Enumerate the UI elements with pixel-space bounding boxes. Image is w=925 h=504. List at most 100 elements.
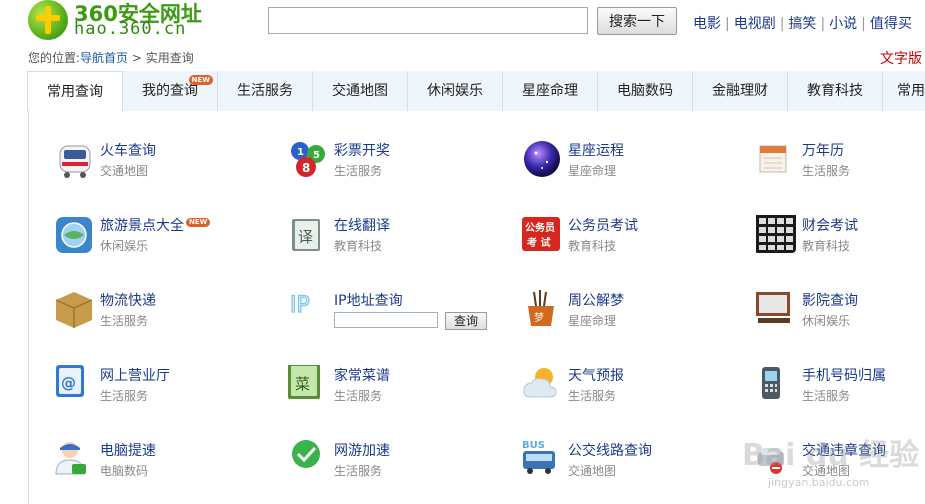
recipe-icon-glyph: 菜: [295, 375, 310, 393]
top-link-tv[interactable]: 电视剧: [734, 16, 776, 32]
search-input[interactable]: [268, 7, 588, 34]
tab-common-query[interactable]: 常用查询: [27, 71, 123, 112]
item-name[interactable]: 电脑提速: [100, 440, 156, 460]
item-game-accelerate[interactable]: 网游加速 生活服务: [288, 440, 508, 490]
item-name[interactable]: 天气预报: [568, 365, 624, 385]
tab-education[interactable]: 教育科技: [788, 71, 883, 111]
tab-my-query[interactable]: 我的查询 NEW: [123, 71, 218, 111]
search-button[interactable]: 搜索一下: [597, 7, 677, 35]
item-category[interactable]: 休闲娱乐: [100, 237, 148, 254]
item-train-query[interactable]: 火车查询 交通地图: [54, 140, 274, 190]
tab-label: 电脑数码: [617, 83, 673, 99]
item-category[interactable]: 星座命理: [568, 162, 616, 179]
item-category[interactable]: 教育科技: [802, 237, 850, 254]
item-category[interactable]: 生活服务: [334, 162, 382, 179]
item-name[interactable]: 火车查询: [100, 140, 156, 160]
item-name[interactable]: 周公解梦: [568, 290, 624, 310]
tab-label: 常用: [897, 83, 925, 99]
item-category[interactable]: 生活服务: [334, 462, 382, 479]
dream-icon-glyph: 梦: [534, 312, 544, 324]
item-name[interactable]: 彩票开奖: [334, 140, 390, 160]
item-category[interactable]: 休闲娱乐: [802, 312, 850, 329]
train-icon: [59, 145, 91, 178]
tab-digital[interactable]: 电脑数码: [598, 71, 693, 111]
civil-exam-icon-text-top: 公务员: [525, 221, 555, 234]
item-weather[interactable]: 天气预报 生活服务: [522, 365, 742, 415]
item-online-business-hall[interactable]: @ 网上营业厅 生活服务: [54, 365, 274, 415]
item-name[interactable]: 旅游景点大全 NEW: [100, 215, 211, 235]
item-category[interactable]: 电脑数码: [100, 462, 148, 479]
item-dream-interpretation[interactable]: 梦 周公解梦 星座命理: [522, 290, 742, 340]
item-category[interactable]: 生活服务: [100, 312, 148, 329]
top-link-novel[interactable]: 小说: [829, 16, 857, 32]
tab-finance[interactable]: 金融理财: [693, 71, 788, 111]
item-name[interactable]: 物流快递: [100, 290, 156, 310]
ip-address-input[interactable]: [334, 312, 438, 328]
item-home-recipes[interactable]: 菜 家常菜谱 生活服务: [288, 365, 508, 415]
new-badge: NEW: [188, 75, 213, 85]
item-category[interactable]: 生活服务: [100, 387, 148, 404]
item-name[interactable]: 网游加速: [334, 440, 390, 460]
tab-common-more[interactable]: 常用: [883, 71, 925, 111]
item-accounting-exam[interactable]: 财会考试 教育科技: [756, 215, 925, 265]
top-link-movie[interactable]: 电影: [693, 16, 721, 32]
item-name[interactable]: 手机号码归属: [802, 365, 886, 385]
breadcrumb-prefix: 您的位置:: [28, 51, 81, 65]
item-logistics[interactable]: 物流快递 生活服务: [54, 290, 274, 340]
item-lottery[interactable]: 1 5 8 彩票开奖 生活服务: [288, 140, 508, 190]
top-link-deals[interactable]: 值得买: [870, 16, 912, 32]
text-version-link[interactable]: 文字版: [880, 48, 922, 68]
site-logo[interactable]: 360安全网址 hao.360.cn: [28, 0, 228, 42]
item-cinema-query[interactable]: 影院查询 休闲娱乐: [756, 290, 925, 340]
item-category[interactable]: 交通地图: [100, 162, 148, 179]
logo-domain: hao.360.cn: [74, 19, 187, 39]
tab-leisure[interactable]: 休闲娱乐: [408, 71, 503, 111]
item-pc-speedup[interactable]: 电脑提速 电脑数码: [54, 440, 274, 490]
address-book-icon: @: [56, 365, 84, 397]
mobile-phone-icon: [762, 367, 780, 399]
item-travel-spots[interactable]: 旅游景点大全 NEW 休闲娱乐: [54, 215, 274, 265]
logo-cross-icon: [28, 0, 68, 40]
game-speedup-icon: [292, 440, 320, 468]
item-category[interactable]: 生活服务: [334, 387, 382, 404]
item-category[interactable]: 交通地图: [802, 462, 850, 479]
item-name[interactable]: IP地址查询: [334, 290, 403, 310]
breadcrumb-home-link[interactable]: 导航首页: [80, 51, 128, 65]
item-ip-query[interactable]: IP IP地址查询 查询: [288, 290, 508, 340]
item-category[interactable]: 星座命理: [568, 312, 616, 329]
item-online-translate[interactable]: 译 在线翻译 教育科技: [288, 215, 508, 265]
item-bus-route[interactable]: BUS 公交线路查询 交通地图: [522, 440, 742, 490]
item-name[interactable]: 网上营业厅: [100, 365, 170, 385]
tab-life-services[interactable]: 生活服务: [218, 71, 313, 111]
item-name-text[interactable]: 旅游景点大全: [100, 218, 184, 234]
item-name[interactable]: 公交线路查询: [568, 440, 652, 460]
item-name[interactable]: 影院查询: [802, 290, 858, 310]
calculator-icon: [756, 215, 796, 253]
item-phone-location[interactable]: 手机号码归属 生活服务: [756, 365, 925, 415]
item-name[interactable]: 在线翻译: [334, 215, 390, 235]
item-category[interactable]: 生活服务: [568, 387, 616, 404]
tab-astrology[interactable]: 星座命理: [503, 71, 598, 111]
item-name[interactable]: 财会考试: [802, 215, 858, 235]
tab-label: 教育科技: [807, 83, 863, 99]
item-name[interactable]: 家常菜谱: [334, 365, 390, 385]
item-name[interactable]: 星座运程: [568, 140, 624, 160]
item-category[interactable]: 生活服务: [802, 162, 850, 179]
item-category[interactable]: 教育科技: [568, 237, 616, 254]
item-horoscope[interactable]: 星座运程 星座命理: [522, 140, 742, 190]
item-name[interactable]: 公务员考试: [568, 215, 638, 235]
tab-traffic-map[interactable]: 交通地图: [313, 71, 408, 111]
ip-query-button[interactable]: 查询: [445, 312, 487, 330]
translate-book-icon: 译: [292, 219, 320, 251]
item-category[interactable]: 交通地图: [568, 462, 616, 479]
item-calendar[interactable]: 万年历 生活服务: [756, 140, 925, 190]
lottery-balls-icon: 1 5 8: [291, 142, 325, 177]
item-civil-exam[interactable]: 公务员 考 试 公务员考试 教育科技: [522, 215, 742, 265]
ip-icon-glyph: IP: [290, 293, 310, 318]
item-traffic-violation[interactable]: 交通违章查询 交通地图: [756, 440, 925, 490]
item-name[interactable]: 万年历: [802, 140, 844, 160]
item-category[interactable]: 教育科技: [334, 237, 382, 254]
item-category[interactable]: 生活服务: [802, 387, 850, 404]
top-link-funny[interactable]: 搞笑: [788, 16, 816, 32]
item-name[interactable]: 交通违章查询: [802, 440, 886, 460]
